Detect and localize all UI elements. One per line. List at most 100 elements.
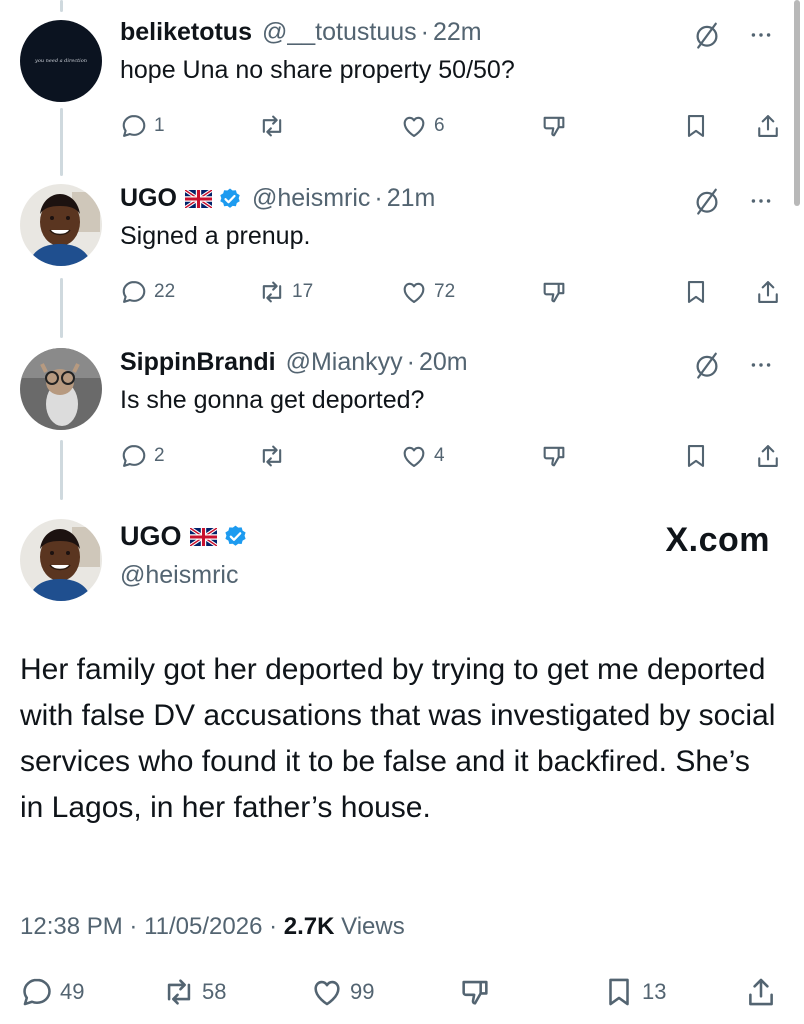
avatar-image xyxy=(20,184,102,266)
retweet-count: 17 xyxy=(292,281,314,302)
reply-icon xyxy=(20,975,54,1009)
dislike-button[interactable] xyxy=(540,278,568,306)
dislike-button[interactable] xyxy=(540,442,568,470)
reply-button[interactable]: 2 xyxy=(120,442,165,470)
bookmark-icon xyxy=(682,442,710,470)
tweet-date[interactable]: 11/05/2026 xyxy=(144,913,262,940)
tweet-meta: 12:38 PM · 11/05/2026 · 2.7K Views xyxy=(20,913,405,941)
retweet-icon xyxy=(258,442,286,470)
separator-dot: · xyxy=(406,348,415,376)
reply-count: 49 xyxy=(60,979,85,1004)
scrollbar[interactable] xyxy=(794,0,800,206)
dislike-icon xyxy=(458,975,492,1009)
bookmark-button[interactable] xyxy=(682,278,710,306)
bookmark-button[interactable] xyxy=(682,112,710,140)
reply-icon xyxy=(120,442,148,470)
uk-flag-icon xyxy=(190,528,217,546)
timestamp[interactable]: 21m xyxy=(387,184,436,213)
handle[interactable]: @Miankyy xyxy=(286,348,403,377)
dislike-button[interactable] xyxy=(458,975,492,1009)
avatar[interactable] xyxy=(20,184,102,266)
retweet-button[interactable] xyxy=(258,112,292,140)
bookmark-icon xyxy=(602,975,636,1009)
avatar-image xyxy=(20,519,102,601)
retweet-button[interactable]: 17 xyxy=(258,278,313,306)
timestamp[interactable]: 20m xyxy=(419,348,468,377)
like-icon xyxy=(310,975,344,1009)
bookmark-count: 13 xyxy=(642,979,667,1004)
like-button[interactable]: 4 xyxy=(400,442,445,470)
like-icon xyxy=(400,112,428,140)
more-icon[interactable] xyxy=(748,188,774,214)
dislike-button[interactable] xyxy=(540,112,568,140)
timestamp[interactable]: 22m xyxy=(433,18,482,47)
like-icon xyxy=(400,278,428,306)
share-button[interactable] xyxy=(754,442,782,470)
like-button[interactable]: 72 xyxy=(400,278,455,306)
dislike-icon xyxy=(540,278,568,306)
display-name[interactable]: beliketotus xyxy=(120,18,252,47)
tweet-text: Signed a prenup. xyxy=(120,222,311,250)
handle[interactable]: @heismric xyxy=(120,561,238,590)
reply-count: 1 xyxy=(154,115,165,136)
reply-button[interactable]: 1 xyxy=(120,112,165,140)
share-icon xyxy=(754,442,782,470)
separator-dot: · xyxy=(420,18,429,46)
retweet-button[interactable] xyxy=(258,442,292,470)
bookmark-button[interactable]: 13 xyxy=(602,975,666,1009)
verified-icon xyxy=(218,187,242,211)
display-name[interactable]: UGO xyxy=(120,184,177,213)
retweet-icon xyxy=(162,975,196,1009)
like-button[interactable]: 6 xyxy=(400,112,445,140)
thread-line xyxy=(60,278,63,338)
like-icon xyxy=(400,442,428,470)
like-count: 4 xyxy=(434,445,445,466)
share-icon xyxy=(754,112,782,140)
thread-line xyxy=(60,108,63,176)
like-button[interactable]: 99 xyxy=(310,975,374,1009)
tweet-time[interactable]: 12:38 PM xyxy=(20,913,123,940)
handle[interactable]: @heismric xyxy=(252,184,370,213)
avatar[interactable] xyxy=(20,519,102,601)
thread-line xyxy=(60,0,63,12)
separator-dot: · xyxy=(374,184,383,212)
bookmark-button[interactable] xyxy=(682,442,710,470)
reply-count: 2 xyxy=(154,445,165,466)
share-icon xyxy=(744,975,778,1009)
display-name[interactable]: SippinBrandi xyxy=(120,348,276,377)
display-name[interactable]: UGO xyxy=(120,521,182,552)
tweet-text: Is she gonna get deported? xyxy=(120,386,425,414)
avatar-caption: you need a direction xyxy=(35,58,87,64)
dislike-icon xyxy=(540,442,568,470)
handle[interactable]: @__totustuus xyxy=(262,18,417,47)
dislike-icon xyxy=(540,112,568,140)
thread-line xyxy=(60,440,63,500)
reply-count: 22 xyxy=(154,281,176,302)
reply-icon xyxy=(120,112,148,140)
view-count: 2.7K xyxy=(283,913,335,940)
verified-icon xyxy=(223,524,248,549)
mute-icon[interactable] xyxy=(692,186,722,216)
retweet-count: 58 xyxy=(202,979,227,1004)
mute-icon[interactable] xyxy=(692,350,722,380)
site-watermark: X.com xyxy=(665,521,770,559)
avatar[interactable] xyxy=(20,348,102,430)
share-button[interactable] xyxy=(754,278,782,306)
more-icon[interactable] xyxy=(748,352,774,378)
share-icon xyxy=(754,278,782,306)
retweet-button[interactable]: 58 xyxy=(162,975,226,1009)
reply-button[interactable]: 22 xyxy=(120,278,175,306)
reply-icon xyxy=(120,278,148,306)
bookmark-icon xyxy=(682,278,710,306)
separator-dot: · xyxy=(269,913,284,940)
share-button[interactable] xyxy=(754,112,782,140)
like-count: 99 xyxy=(350,979,375,1004)
more-icon[interactable] xyxy=(748,22,774,48)
tweet-text: hope Una no share property 50/50? xyxy=(120,56,515,84)
avatar[interactable]: you need a direction xyxy=(20,20,102,102)
reply-button[interactable]: 49 xyxy=(20,975,84,1009)
mute-icon[interactable] xyxy=(692,20,722,50)
share-button[interactable] xyxy=(744,975,778,1009)
uk-flag-icon xyxy=(185,190,212,208)
bookmark-icon xyxy=(682,112,710,140)
